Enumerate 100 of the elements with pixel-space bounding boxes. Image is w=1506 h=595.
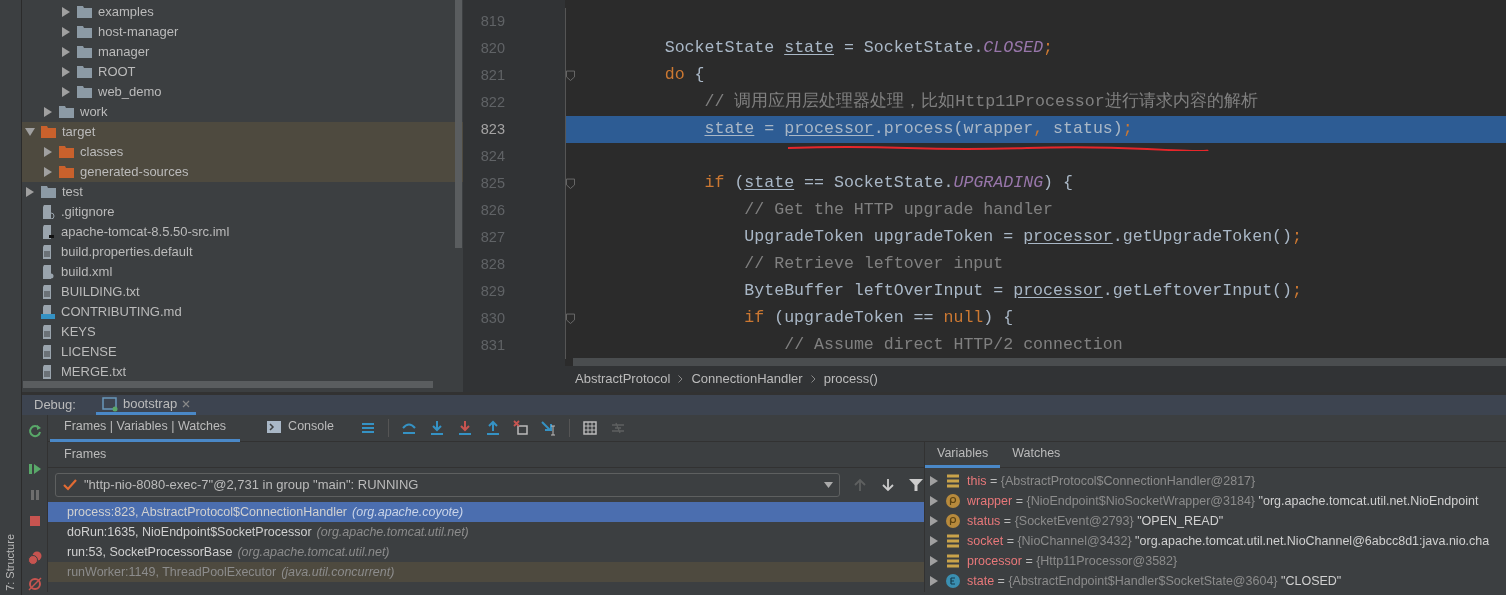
code-line: state = processor.process(wrapper, status);: [704, 118, 1133, 141]
tree-row[interactable]: test: [22, 182, 463, 202]
debug-session-tab[interactable]: bootstrap: [95, 395, 197, 415]
step-into-icon[interactable]: [429, 420, 445, 436]
fold-marker-icon[interactable]: [566, 177, 575, 190]
collapsed-arrow-icon[interactable]: [25, 187, 35, 197]
code-line: UpgradeToken upgradeToken = processor.getUpgradeToken();: [744, 226, 1302, 249]
variable-entry[interactable]: socket = {NioChannel@3432} "org.apache.tomcat.util.net.NioChannel@6abcc8d1:java.nio.cha: [967, 531, 1490, 551]
tree-row[interactable]: MERGE.txt: [22, 362, 463, 382]
tree-row[interactable]: work: [22, 102, 463, 122]
tree-item-label: manager: [98, 43, 150, 62]
tree-item-label: test: [62, 183, 83, 202]
code-line: ByteBuffer leftOverInput = processor.getLeftoverInput();: [744, 280, 1302, 303]
markdown-file-icon: [41, 305, 55, 319]
collapsed-arrow-icon[interactable]: [43, 167, 53, 177]
code-line: // Get the HTTP upgrade handler: [744, 199, 1054, 222]
tree-row[interactable]: build.xml: [22, 262, 463, 282]
variable-entry[interactable]: wrapper = {NioEndpoint$NioSocketWrapper@3184} "org.apache.tomcat.util.net.NioEndpoint: [967, 491, 1479, 511]
fold-marker-icon[interactable]: [566, 312, 575, 325]
code-line: // 调用应用层处理器处理，比如Http11Processor进行请求内容的解析: [704, 90, 1258, 114]
chevron-icon: [678, 375, 684, 383]
close-icon[interactable]: [182, 399, 191, 408]
expanded-arrow-icon[interactable]: [25, 127, 35, 137]
tree-item-label: build.properties.default: [61, 243, 193, 262]
tree-row[interactable]: LICENSE: [22, 342, 463, 362]
code-line: // Assume direct HTTP/2 connection: [784, 334, 1123, 357]
tree-item-label: target: [62, 123, 96, 142]
tree-row[interactable]: manager: [22, 42, 463, 62]
tree-row[interactable]: host-manager: [22, 22, 463, 42]
collapsed-arrow-icon[interactable]: [43, 147, 53, 157]
horizontal-scrollbar[interactable]: [23, 381, 433, 388]
code-line: if (state == SocketState.UPGRADING) {: [704, 172, 1073, 195]
caret-icon: [824, 482, 833, 488]
breakpoints-icon[interactable]: [26, 550, 43, 566]
calculator-icon[interactable]: [582, 420, 598, 436]
variable-entry[interactable]: state = {AbstractEndpoint$Handler$SocketState@3604} "CLOSED": [967, 571, 1342, 591]
tree-item-label: web_demo: [98, 83, 162, 102]
line-number: 823: [480, 119, 505, 139]
rerun-icon[interactable]: [26, 423, 43, 439]
code-line: if (upgradeToken == null) {: [744, 307, 1014, 330]
thread-dropdown[interactable]: "http-nio-8080-exec-7"@2,731 in group "main": RUNNING: [55, 473, 840, 497]
folder-icon: [59, 146, 74, 158]
tree-row[interactable]: apache-tomcat-8.5.50-src.iml: [22, 222, 463, 242]
menu-icon[interactable]: [360, 420, 376, 436]
tree-item-label: host-manager: [98, 23, 179, 42]
collapsed-arrow-icon[interactable]: [61, 7, 71, 17]
stack-frame-row[interactable]: run:53, SocketProcessorBase (org.apache.tomcat.util.net): [48, 542, 924, 562]
down-arrow-icon[interactable]: [880, 477, 896, 493]
check-icon: [62, 477, 78, 493]
debugger-view-tab[interactable]: Console: [252, 414, 348, 442]
tree-item-label: work: [80, 103, 108, 122]
variable-entry[interactable]: status = {SocketEvent@2793} "OPEN_READ": [967, 511, 1224, 531]
window-icon: [101, 395, 118, 412]
horizontal-scrollbar[interactable]: [573, 358, 1506, 366]
folder-icon: [77, 6, 92, 18]
variable-entry[interactable]: processor = {Http11Processor@3582}: [967, 551, 1178, 571]
drop-frame-icon[interactable]: [513, 420, 529, 436]
collapsed-arrow-icon[interactable]: [61, 67, 71, 77]
variable-entry[interactable]: this = {AbstractProtocol$ConnectionHandler@2817}: [967, 471, 1256, 491]
mute-breakpoints-icon[interactable]: [26, 576, 43, 592]
breadcrumb-item[interactable]: AbstractProtocol: [575, 369, 671, 389]
collapsed-arrow-icon[interactable]: [61, 47, 71, 57]
tree-row[interactable]: .gitignore: [22, 202, 463, 222]
enum-icon: [945, 573, 961, 589]
breadcrumb-item[interactable]: process(): [823, 369, 878, 389]
tree-row[interactable]: generated-sources: [22, 162, 463, 182]
structure-tool-tab[interactable]: 7: Structure: [2, 534, 19, 591]
force-step-into-icon[interactable]: [457, 420, 473, 436]
run-to-cursor-icon[interactable]: [541, 420, 557, 436]
file-icon: [41, 265, 55, 279]
parameter-icon: [945, 513, 961, 529]
tree-row[interactable]: classes: [22, 142, 463, 162]
tree-item-label: KEYS: [61, 323, 96, 342]
tree-row[interactable]: CONTRIBUTING.md: [22, 302, 463, 322]
fold-marker-icon[interactable]: [566, 69, 575, 82]
collapsed-arrow-icon[interactable]: [43, 107, 53, 117]
step-out-icon[interactable]: [485, 420, 501, 436]
tree-row[interactable]: BUILDING.txt: [22, 282, 463, 302]
code-line: do {: [664, 64, 705, 87]
folder-icon: [41, 126, 56, 138]
file-icon: [41, 225, 55, 239]
tree-row[interactable]: build.properties.default: [22, 242, 463, 262]
breadcrumb-item[interactable]: ConnectionHandler: [691, 369, 803, 389]
stack-frame-row[interactable]: process:823, AbstractProtocol$ConnectionHandler (org.apache.coyote): [48, 502, 924, 522]
vertical-scrollbar[interactable]: [455, 0, 462, 248]
folder-icon: [59, 106, 74, 118]
tree-item-label: examples: [98, 3, 154, 22]
variables-panel-tab[interactable]: Watches: [1000, 441, 1073, 468]
tree-row[interactable]: target: [22, 122, 463, 142]
tree-row[interactable]: web_demo: [22, 82, 463, 102]
stack-frame-row[interactable]: doRun:1635, NioEndpoint$SocketProcessor (org.apache.tomcat.util.net): [48, 522, 924, 542]
filter-icon[interactable]: [908, 477, 924, 493]
collapsed-arrow-icon[interactable]: [61, 27, 71, 37]
tree-row[interactable]: KEYS: [22, 322, 463, 342]
tree-row[interactable]: examples: [22, 2, 463, 22]
debugger-view-tab[interactable]: Frames | Variables | Watches: [50, 414, 241, 442]
collapsed-arrow-icon[interactable]: [61, 87, 71, 97]
tree-item-label: classes: [80, 143, 124, 162]
variables-panel-tab[interactable]: Variables: [925, 441, 1001, 468]
tree-row[interactable]: ROOT: [22, 62, 463, 82]
